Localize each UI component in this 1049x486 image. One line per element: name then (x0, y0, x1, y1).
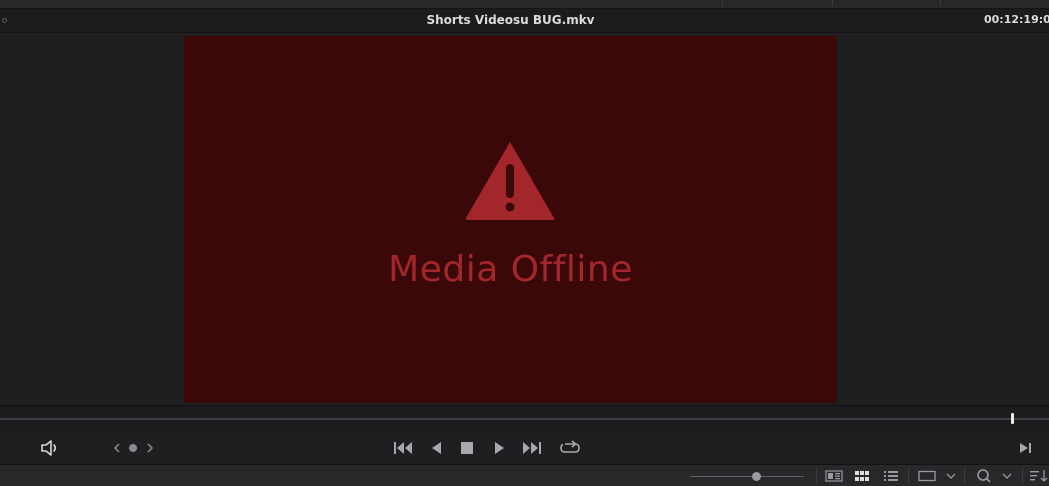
playhead[interactable] (1011, 413, 1014, 424)
strip-divider (832, 0, 833, 6)
strip-divider (722, 0, 723, 6)
toolbar-divider (1022, 467, 1023, 485)
chevron-left-icon[interactable] (111, 441, 123, 455)
metadata-view-icon[interactable] (824, 468, 844, 484)
scrubber-bar[interactable] (0, 405, 1049, 432)
toolbar-divider (964, 467, 965, 485)
viewer-area: Media Offline (0, 33, 1049, 405)
chevron-right-icon[interactable] (144, 441, 156, 455)
toolbar-divider (816, 467, 817, 485)
stop-icon[interactable] (457, 438, 477, 458)
zoom-slider-track[interactable] (690, 476, 804, 477)
warning-triangle-icon (464, 140, 556, 220)
skip-to-start-icon[interactable] (391, 438, 415, 458)
bottom-toolbar (0, 465, 1049, 486)
list-view-icon[interactable] (881, 468, 901, 484)
loop-icon[interactable] (558, 438, 582, 458)
zoom-slider-knob[interactable] (752, 472, 761, 481)
clip-name: Shorts Videosu BUG.mkv (426, 13, 595, 27)
play-reverse-icon[interactable] (426, 438, 446, 458)
sort-icon[interactable] (1029, 468, 1049, 484)
transport-controls (0, 432, 1049, 465)
viewer-header: Shorts Videosu BUG.mkv 00:12:19:02 (0, 9, 1049, 33)
toolbar-divider (908, 467, 909, 485)
dot-icon[interactable] (127, 442, 139, 454)
timecode[interactable]: 00:12:19:02 (984, 13, 1049, 26)
thumbnail-view-icon[interactable] (852, 468, 872, 484)
aspect-ratio-icon[interactable] (916, 468, 956, 484)
top-strip (0, 0, 1049, 9)
search-icon[interactable] (973, 467, 1019, 485)
skip-to-end-icon[interactable] (520, 438, 544, 458)
scrubber-track[interactable] (0, 418, 1049, 420)
jump-to-last-frame-icon[interactable] (1015, 439, 1035, 457)
speaker-icon[interactable] (38, 439, 62, 457)
strip-divider (940, 0, 941, 6)
video-frame[interactable]: Media Offline (184, 36, 837, 403)
play-icon[interactable] (489, 438, 509, 458)
media-offline-text: Media Offline (388, 249, 633, 290)
